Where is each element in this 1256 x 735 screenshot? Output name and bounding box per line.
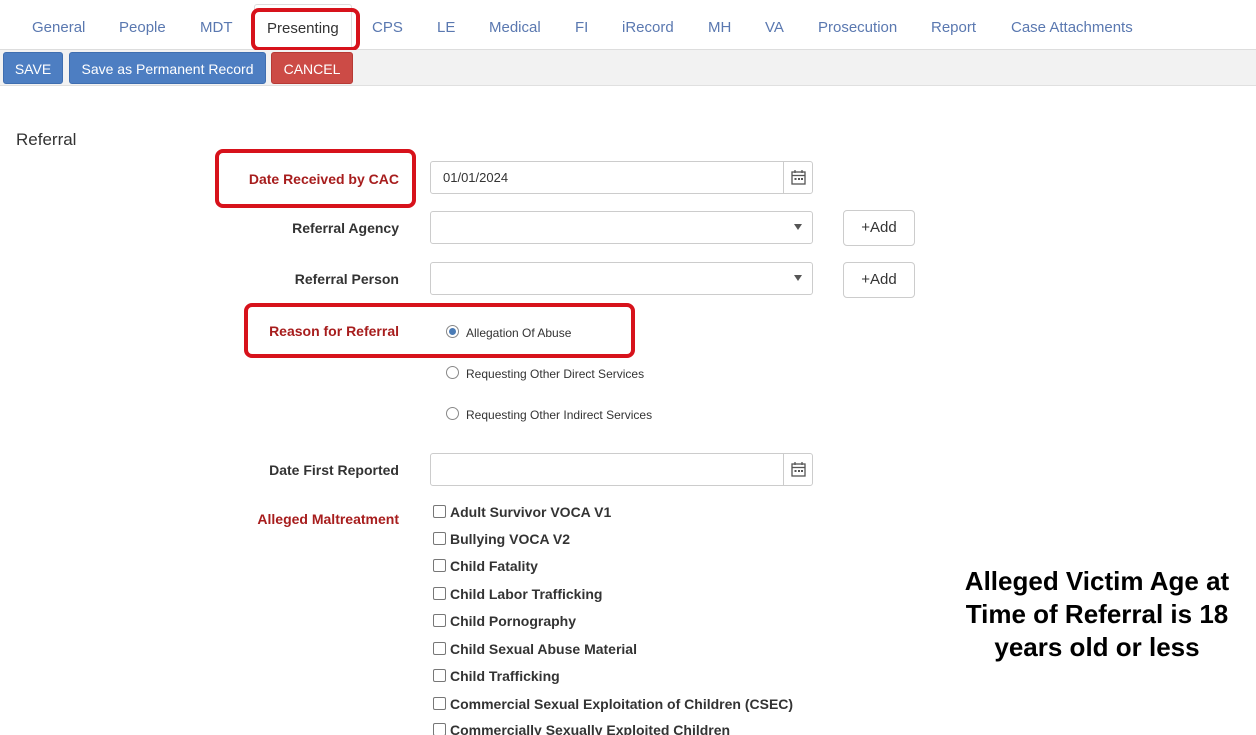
- tab-general[interactable]: General: [32, 0, 85, 50]
- referral-person-label: Referral Person: [294, 271, 399, 287]
- referral-agency-select[interactable]: [430, 211, 813, 244]
- tab-va[interactable]: VA: [765, 0, 784, 50]
- radio-button[interactable]: [446, 407, 459, 420]
- referral-agency-label: Referral Agency: [292, 220, 399, 236]
- checkbox[interactable]: [433, 532, 446, 545]
- save-permanent-record-button[interactable]: Save as Permanent Record: [69, 52, 266, 84]
- tab-mh[interactable]: MH: [708, 0, 731, 50]
- date-received-label: Date Received by CAC: [248, 171, 399, 187]
- referral-person-select[interactable]: [430, 262, 813, 295]
- checkbox[interactable]: [433, 505, 446, 518]
- tab-fi[interactable]: FI: [575, 0, 588, 50]
- date-received-value: 01/01/2024: [443, 170, 509, 185]
- cancel-button[interactable]: CANCEL: [271, 52, 353, 84]
- checkbox[interactable]: [433, 723, 446, 735]
- checkbox[interactable]: [433, 559, 446, 572]
- calendar-icon[interactable]: [783, 454, 812, 485]
- radio-button[interactable]: [446, 366, 459, 379]
- checkbox[interactable]: [433, 697, 446, 710]
- save-button[interactable]: SAVE: [3, 52, 63, 84]
- annotation-note: Alleged Victim Age at Time of Referral i…: [964, 566, 1230, 662]
- checkbox[interactable]: [433, 614, 446, 627]
- checkbox[interactable]: [433, 642, 446, 655]
- date-first-reported-label: Date First Reported: [269, 462, 399, 478]
- reason-for-referral-label: Reason for Referral: [269, 323, 399, 339]
- tab-bar: General People MDT Presenting CPS LE Med…: [0, 0, 1256, 51]
- add-referral-agency-button[interactable]: +Add: [843, 210, 915, 246]
- tab-irecord[interactable]: iRecord: [622, 0, 674, 50]
- tab-medical[interactable]: Medical: [489, 0, 541, 50]
- tab-presenting[interactable]: Presenting: [254, 4, 352, 51]
- radio-button-selected[interactable]: [446, 325, 459, 338]
- chevron-down-icon: [794, 275, 802, 281]
- add-referral-person-button[interactable]: +Add: [843, 262, 915, 298]
- checkbox[interactable]: [433, 669, 446, 682]
- tab-people[interactable]: People: [119, 0, 166, 50]
- tab-cps[interactable]: CPS: [372, 0, 403, 50]
- toolbar: SAVE Save as Permanent Record CANCEL: [0, 50, 1256, 86]
- calendar-icon[interactable]: [783, 162, 812, 193]
- chevron-down-icon: [794, 224, 802, 230]
- tab-mdt[interactable]: MDT: [200, 0, 233, 50]
- tab-prosecution[interactable]: Prosecution: [818, 0, 897, 50]
- tab-report[interactable]: Report: [931, 0, 976, 50]
- alleged-maltreatment-label: Alleged Maltreatment: [257, 511, 399, 527]
- tab-le[interactable]: LE: [437, 0, 455, 50]
- tab-case-attachments[interactable]: Case Attachments: [1011, 0, 1133, 50]
- date-first-reported-input[interactable]: [430, 453, 813, 486]
- date-received-input[interactable]: 01/01/2024: [430, 161, 813, 194]
- section-title-referral: Referral: [16, 130, 77, 149]
- checkbox[interactable]: [433, 587, 446, 600]
